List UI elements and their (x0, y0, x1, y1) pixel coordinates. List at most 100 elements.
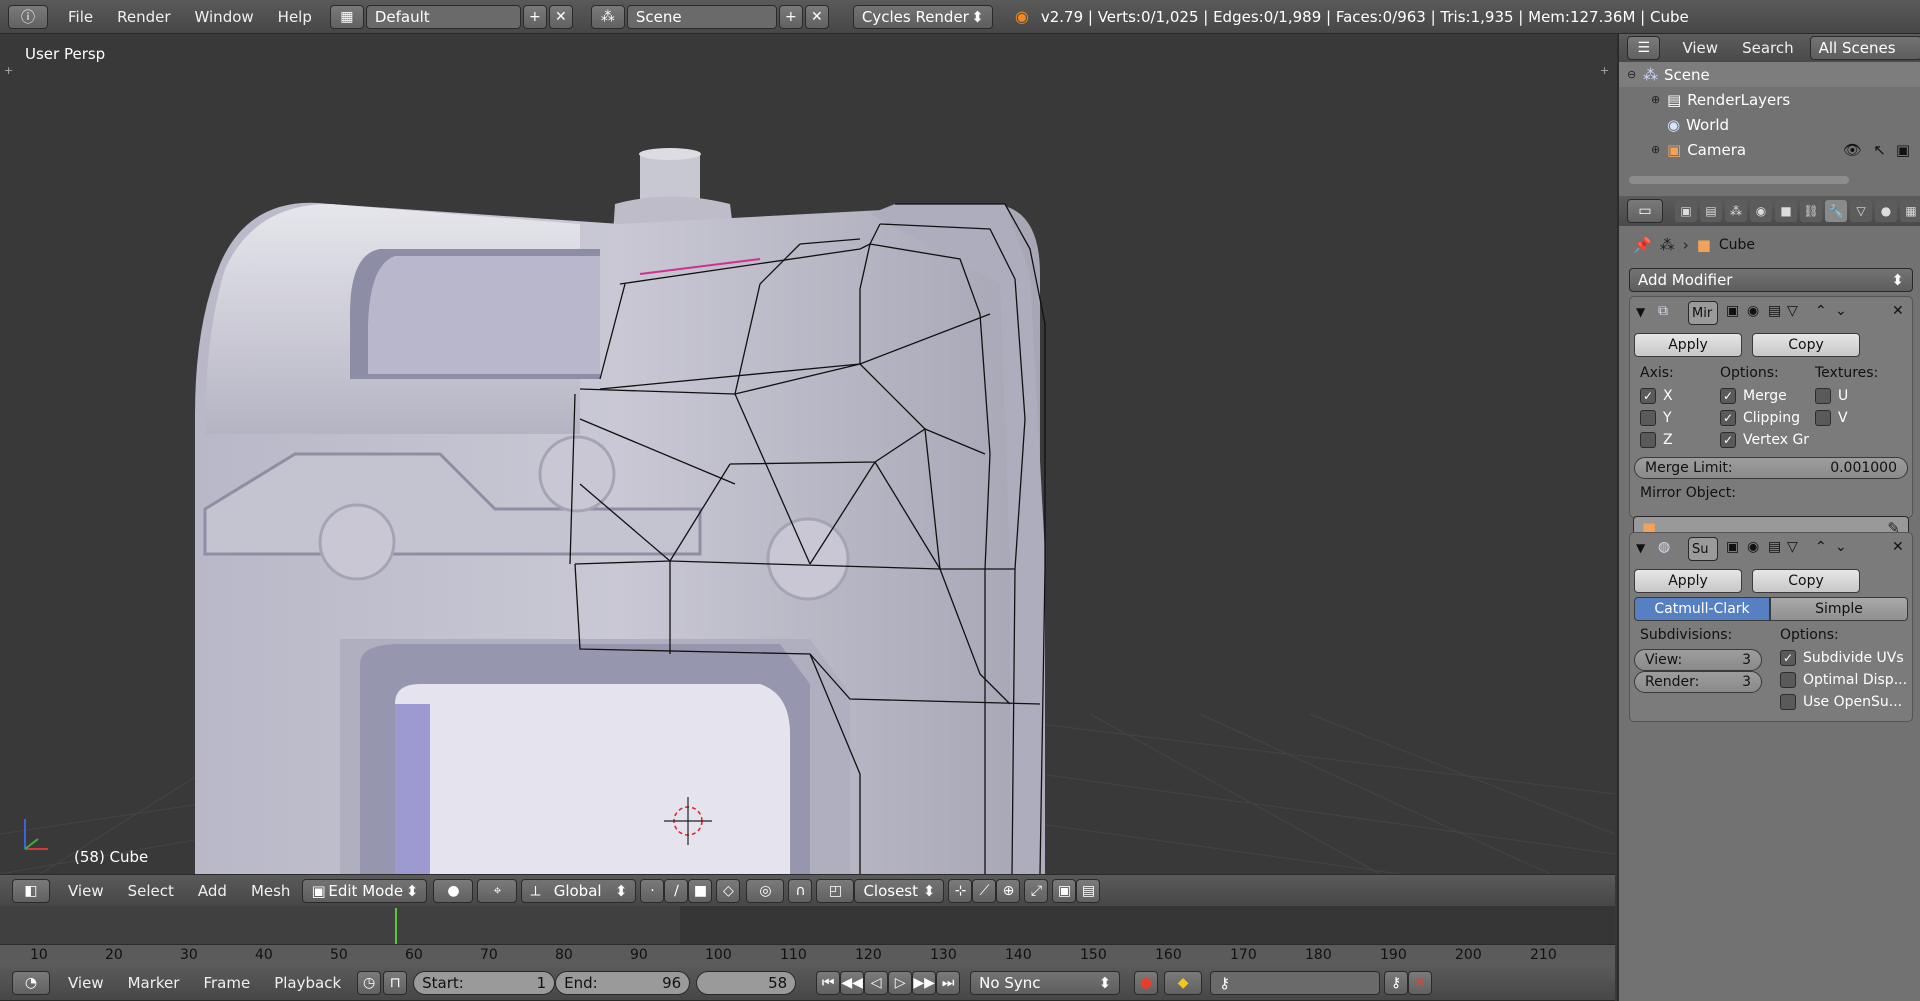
add-scene-button[interactable]: + (778, 4, 803, 29)
limit-selection-button[interactable]: ◇ (716, 878, 741, 903)
scene-selector-button[interactable]: ⁂ (590, 4, 625, 29)
constraints-tab-icon[interactable]: ⛓ (1800, 200, 1822, 222)
move-down-icon[interactable]: ⌄ (1835, 303, 1847, 319)
insert-keyframe-button[interactable]: ⚷ (1384, 971, 1409, 995)
editor-type-info-button[interactable]: ⓘ (8, 4, 48, 29)
remove-layout-button[interactable]: ✕ (548, 4, 573, 29)
remove-modifier-icon[interactable]: ✕ (1892, 539, 1904, 555)
render-animation-button[interactable]: ▤ (1076, 878, 1101, 903)
outliner-filter-dropdown[interactable]: All Scenes (1809, 36, 1920, 60)
axis-z-checkbox[interactable] (1640, 432, 1656, 448)
simple-tab[interactable]: Simple (1770, 597, 1908, 621)
proportional-edit-button[interactable]: ◎ (746, 878, 785, 903)
clipping-checkbox[interactable]: ✓ (1720, 410, 1736, 426)
render-levels-field[interactable]: Render: 3 (1634, 671, 1762, 693)
record-button[interactable]: ● (1134, 971, 1159, 995)
catmull-clark-tab[interactable]: Catmull-Clark (1634, 597, 1770, 621)
keying-set-field[interactable]: ⚷ (1210, 971, 1381, 995)
snap-align-button[interactable]: ⊹ (948, 878, 973, 903)
transform-orientation-dropdown[interactable]: ⟂ Global ⬍ (521, 878, 637, 903)
keying-button[interactable]: ◆ (1164, 971, 1203, 995)
menu-timeline-view[interactable]: View (56, 974, 116, 992)
properties-editor[interactable]: ▭ ▣ ▤ ⁂ ◉ ■ ⛓ 🔧 ▽ ● ▦ 📌 ⁂ › ■ Cube Add M… (1619, 196, 1920, 1001)
remove-modifier-icon[interactable]: ✕ (1892, 303, 1904, 319)
vertex-groups-checkbox[interactable]: ✓ (1720, 432, 1736, 448)
pin-icon[interactable]: 📌 (1633, 236, 1652, 254)
editor-type-properties-button[interactable]: ▭ (1627, 199, 1663, 223)
collapse-triangle-icon[interactable]: ▼ (1636, 541, 1645, 555)
snap-target-dropdown[interactable]: Closest ⬍ (854, 878, 945, 903)
render-icon[interactable]: ▤ (1768, 539, 1781, 555)
add-modifier-dropdown[interactable]: Add Modifier ⬍ (1629, 268, 1913, 292)
add-layout-button[interactable]: + (522, 4, 547, 29)
menu-outliner-search[interactable]: Search (1730, 39, 1806, 57)
realtime-eye-icon[interactable]: ◉ (1747, 303, 1759, 319)
render-icon[interactable]: ▤ (1768, 303, 1781, 319)
prev-keyframe-button[interactable]: ◀◀ (840, 971, 865, 995)
material-tab-icon[interactable]: ● (1875, 200, 1897, 222)
scene-tab-icon[interactable]: ⁂ (1725, 200, 1747, 222)
vertex-select-button[interactable]: · (640, 878, 665, 903)
toolshelf-toggle-icon[interactable]: + (4, 64, 13, 77)
outliner-item-world[interactable]: ◉ World (1619, 112, 1920, 137)
renderable-camera-icon[interactable]: ▣ (1896, 141, 1910, 159)
play-reverse-button[interactable]: ◁ (864, 971, 889, 995)
outliner-item-renderlayers[interactable]: ⊕ ▤ RenderLayers (1619, 87, 1920, 112)
menu-frame[interactable]: Frame (191, 974, 262, 992)
menu-render[interactable]: Render (105, 8, 182, 26)
texture-v-checkbox[interactable] (1815, 410, 1831, 426)
menu-help[interactable]: Help (266, 8, 324, 26)
outliner[interactable]: ☰ View Search All Scenes ⊖ ⁂ Scene ⊕ ▤ R… (1619, 34, 1920, 194)
render-tab-icon[interactable]: ▣ (1675, 200, 1697, 222)
move-up-icon[interactable]: ⌃ (1815, 303, 1827, 319)
next-keyframe-button[interactable]: ▶▶ (912, 971, 937, 995)
current-frame-field[interactable]: 58 (696, 971, 797, 995)
jump-end-button[interactable]: ⏭ (936, 971, 961, 995)
jump-start-button[interactable]: ⏮ (816, 971, 841, 995)
start-frame-field[interactable]: Start: 1 (413, 971, 556, 995)
optimal-display-checkbox[interactable] (1780, 672, 1796, 688)
texture-tab-icon[interactable]: ▦ (1900, 200, 1920, 222)
modifiers-tab-icon[interactable]: 🔧 (1825, 200, 1847, 222)
screen-layout-button[interactable]: ▦ (329, 4, 364, 29)
shading-dropdown[interactable]: ● (433, 878, 474, 903)
occlusion-button[interactable]: ⊕ (996, 878, 1021, 903)
subsurf-modifier-name-field[interactable]: Su (1688, 537, 1718, 561)
editor-type-outliner-button[interactable]: ☰ (1627, 36, 1661, 60)
outliner-item-scene[interactable]: ⊖ ⁂ Scene (1619, 62, 1920, 87)
data-tab-icon[interactable]: ▽ (1850, 200, 1872, 222)
menu-view[interactable]: View (56, 882, 116, 900)
menu-marker[interactable]: Marker (116, 974, 192, 992)
properties-toggle-icon[interactable]: + (1600, 64, 1609, 77)
edge-select-button[interactable]: ∕ (664, 878, 689, 903)
merge-limit-field[interactable]: Merge Limit: 0.001000 (1634, 457, 1908, 479)
subsurf-copy-button[interactable]: Copy (1752, 569, 1860, 593)
view-levels-field[interactable]: View: 3 (1634, 649, 1762, 671)
menu-select[interactable]: Select (116, 882, 186, 900)
axis-y-checkbox[interactable] (1640, 410, 1656, 426)
remove-scene-button[interactable]: ✕ (804, 4, 829, 29)
3d-viewport[interactable]: User Persp (58) Cube + + (0, 34, 1615, 874)
delete-keyframe-button[interactable]: ✕ (1408, 971, 1433, 995)
pivot-dropdown[interactable]: ⌖ (477, 878, 518, 903)
menu-playback[interactable]: Playback (262, 974, 353, 992)
world-tab-icon[interactable]: ◉ (1750, 200, 1772, 222)
object-tab-icon[interactable]: ■ (1775, 200, 1797, 222)
sync-dropdown[interactable]: No Sync ⬍ (970, 971, 1121, 995)
mode-dropdown[interactable]: ▣ Edit Mode ⬍ (302, 878, 428, 903)
timeline-ruler[interactable]: 10 20 30 40 50 60 70 80 90 100 110 120 130 140 150 160 1… (0, 944, 1615, 966)
end-frame-field[interactable]: End: 96 (555, 971, 691, 995)
viewport-canvas[interactable] (0, 34, 1615, 874)
play-button[interactable]: ▷ (888, 971, 913, 995)
menu-mesh[interactable]: Mesh (239, 882, 303, 900)
snap-project-button[interactable]: ⟋ (972, 878, 997, 903)
selectable-arrow-icon[interactable]: ↖ (1873, 141, 1886, 159)
editmode-vertices-icon[interactable]: ▽ (1787, 539, 1798, 555)
editmode-vertices-icon[interactable]: ▽ (1787, 303, 1798, 319)
move-up-icon[interactable]: ⌃ (1815, 539, 1827, 555)
axis-x-checkbox[interactable]: ✓ (1640, 388, 1656, 404)
snap-element-dropdown[interactable]: ◰ (816, 878, 855, 903)
editmode-cage-icon[interactable]: ▣ (1726, 303, 1739, 319)
mirror-modifier-name-field[interactable]: Mir (1688, 301, 1718, 325)
outliner-item-camera[interactable]: ⊕ ▣ Camera 👁 ↖ ▣ (1619, 137, 1920, 162)
